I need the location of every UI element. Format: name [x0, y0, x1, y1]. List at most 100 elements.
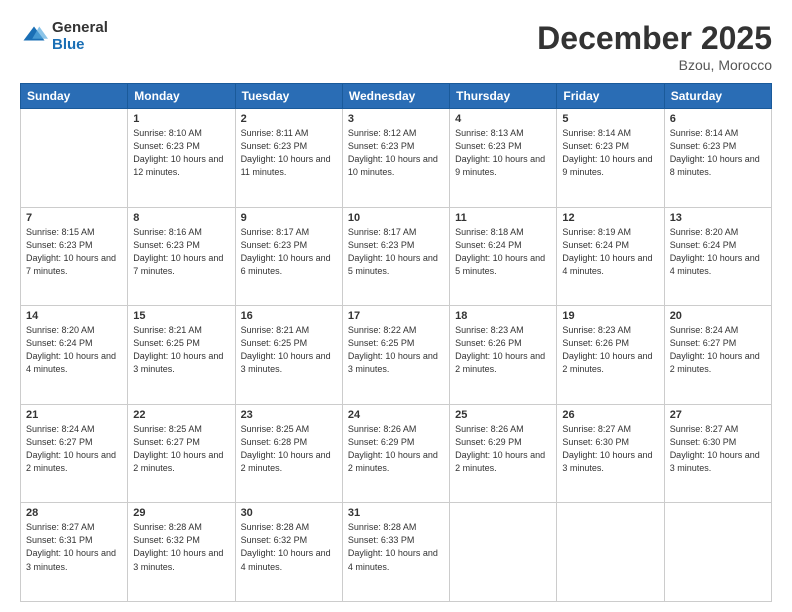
day-number: 13	[670, 212, 766, 224]
calendar-cell: 11 Sunrise: 8:18 AMSunset: 6:24 PMDayligh…	[450, 207, 557, 306]
day-number: 6	[670, 113, 766, 125]
col-header-thursday: Thursday	[450, 84, 557, 109]
calendar-cell: 19 Sunrise: 8:23 AMSunset: 6:26 PMDayligh…	[557, 306, 664, 405]
day-number: 10	[348, 212, 444, 224]
day-number: 7	[26, 212, 122, 224]
calendar-cell: 4 Sunrise: 8:13 AMSunset: 6:23 PMDaylight…	[450, 109, 557, 208]
calendar-cell: 25Sunrise: 8:26 AMSunset: 6:29 PMDayligh…	[450, 404, 557, 503]
day-number: 3	[348, 113, 444, 125]
day-info: Sunrise: 8:14 AMSunset: 6:23 PMDaylight:…	[670, 127, 766, 179]
day-info: Sunrise: 8:20 AMSunset: 6:24 PMDaylight:…	[670, 226, 766, 278]
calendar-cell: 10Sunrise: 8:17 AMSunset: 6:23 PMDayligh…	[342, 207, 449, 306]
day-info: Sunrise: 8:23 AMSunset: 6:26 PMDaylight:…	[455, 324, 551, 376]
day-info: Sunrise: 8:15 AMSunset: 6:23 PMDaylight:…	[26, 226, 122, 278]
calendar-cell: 16Sunrise: 8:21 AMSunset: 6:25 PMDayligh…	[235, 306, 342, 405]
day-info: Sunrise: 8:13 AMSunset: 6:23 PMDaylight:…	[455, 127, 551, 179]
day-number: 31	[348, 507, 444, 519]
logo: General Blue	[20, 20, 108, 53]
day-number: 18	[455, 310, 551, 322]
day-number: 24	[348, 409, 444, 421]
title-block: December 2025 Bzou, Morocco	[537, 20, 772, 73]
day-number: 5	[562, 113, 658, 125]
calendar-cell	[557, 503, 664, 602]
day-info: Sunrise: 8:20 AMSunset: 6:24 PMDaylight:…	[26, 324, 122, 376]
location: Bzou, Morocco	[537, 57, 772, 73]
day-info: Sunrise: 8:22 AMSunset: 6:25 PMDaylight:…	[348, 324, 444, 376]
day-info: Sunrise: 8:25 AMSunset: 6:27 PMDaylight:…	[133, 423, 229, 475]
day-number: 29	[133, 507, 229, 519]
day-info: Sunrise: 8:28 AMSunset: 6:32 PMDaylight:…	[133, 521, 229, 573]
calendar-table: SundayMondayTuesdayWednesdayThursdayFrid…	[20, 83, 772, 602]
day-number: 19	[562, 310, 658, 322]
day-number: 26	[562, 409, 658, 421]
logo-general-label: General	[52, 20, 108, 37]
day-info: Sunrise: 8:21 AMSunset: 6:25 PMDaylight:…	[241, 324, 337, 376]
col-header-tuesday: Tuesday	[235, 84, 342, 109]
day-number: 4	[455, 113, 551, 125]
calendar-cell	[664, 503, 771, 602]
calendar-cell: 17 Sunrise: 8:22 AMSunset: 6:25 PMDayligh…	[342, 306, 449, 405]
calendar-cell: 1Sunrise: 8:10 AMSunset: 6:23 PMDaylight…	[128, 109, 235, 208]
calendar-cell: 3Sunrise: 8:12 AMSunset: 6:23 PMDaylight…	[342, 109, 449, 208]
day-info: Sunrise: 8:23 AMSunset: 6:26 PMDaylight:…	[562, 324, 658, 376]
day-info: Sunrise: 8:25 AMSunset: 6:28 PMDaylight:…	[241, 423, 337, 475]
day-number: 14	[26, 310, 122, 322]
calendar-cell: 14 Sunrise: 8:20 AMSunset: 6:24 PMDayligh…	[21, 306, 128, 405]
calendar-cell	[21, 109, 128, 208]
logo-icon	[20, 23, 48, 51]
week-row-5: 28Sunrise: 8:27 AMSunset: 6:31 PMDayligh…	[21, 503, 772, 602]
day-info: Sunrise: 8:28 AMSunset: 6:33 PMDaylight:…	[348, 521, 444, 573]
col-header-sunday: Sunday	[21, 84, 128, 109]
day-number: 23	[241, 409, 337, 421]
calendar-cell: 5Sunrise: 8:14 AMSunset: 6:23 PMDaylight…	[557, 109, 664, 208]
day-info: Sunrise: 8:28 AMSunset: 6:32 PMDaylight:…	[241, 521, 337, 573]
day-number: 20	[670, 310, 766, 322]
day-info: Sunrise: 8:10 AMSunset: 6:23 PMDaylight:…	[133, 127, 229, 179]
day-number: 30	[241, 507, 337, 519]
calendar-cell	[450, 503, 557, 602]
calendar-cell: 31 Sunrise: 8:28 AMSunset: 6:33 PMDayligh…	[342, 503, 449, 602]
day-number: 27	[670, 409, 766, 421]
day-info: Sunrise: 8:27 AMSunset: 6:30 PMDaylight:…	[670, 423, 766, 475]
calendar-cell: 29 Sunrise: 8:28 AMSunset: 6:32 PMDayligh…	[128, 503, 235, 602]
col-header-monday: Monday	[128, 84, 235, 109]
calendar-cell: 28Sunrise: 8:27 AMSunset: 6:31 PMDayligh…	[21, 503, 128, 602]
day-number: 11	[455, 212, 551, 224]
calendar-header-row: SundayMondayTuesdayWednesdayThursdayFrid…	[21, 84, 772, 109]
week-row-3: 14 Sunrise: 8:20 AMSunset: 6:24 PMDayligh…	[21, 306, 772, 405]
day-number: 21	[26, 409, 122, 421]
calendar-cell: 27 Sunrise: 8:27 AMSunset: 6:30 PMDayligh…	[664, 404, 771, 503]
day-number: 9	[241, 212, 337, 224]
day-info: Sunrise: 8:19 AMSunset: 6:24 PMDaylight:…	[562, 226, 658, 278]
week-row-4: 21 Sunrise: 8:24 AMSunset: 6:27 PMDayligh…	[21, 404, 772, 503]
day-number: 12	[562, 212, 658, 224]
header: General Blue December 2025 Bzou, Morocco	[20, 20, 772, 73]
calendar-cell: 2 Sunrise: 8:11 AMSunset: 6:23 PMDaylight…	[235, 109, 342, 208]
day-number: 2	[241, 113, 337, 125]
calendar-cell: 21 Sunrise: 8:24 AMSunset: 6:27 PMDayligh…	[21, 404, 128, 503]
logo-text: General Blue	[52, 20, 108, 53]
calendar-cell: 13 Sunrise: 8:20 AMSunset: 6:24 PMDayligh…	[664, 207, 771, 306]
day-number: 25	[455, 409, 551, 421]
calendar-cell: 22Sunrise: 8:25 AMSunset: 6:27 PMDayligh…	[128, 404, 235, 503]
calendar-cell: 9 Sunrise: 8:17 AMSunset: 6:23 PMDaylight…	[235, 207, 342, 306]
calendar-cell: 7 Sunrise: 8:15 AMSunset: 6:23 PMDaylight…	[21, 207, 128, 306]
day-info: Sunrise: 8:18 AMSunset: 6:24 PMDaylight:…	[455, 226, 551, 278]
day-number: 15	[133, 310, 229, 322]
calendar-cell: 12 Sunrise: 8:19 AMSunset: 6:24 PMDayligh…	[557, 207, 664, 306]
day-info: Sunrise: 8:24 AMSunset: 6:27 PMDaylight:…	[26, 423, 122, 475]
calendar-cell: 23 Sunrise: 8:25 AMSunset: 6:28 PMDayligh…	[235, 404, 342, 503]
day-info: Sunrise: 8:27 AMSunset: 6:30 PMDaylight:…	[562, 423, 658, 475]
day-info: Sunrise: 8:24 AMSunset: 6:27 PMDaylight:…	[670, 324, 766, 376]
calendar-cell: 26 Sunrise: 8:27 AMSunset: 6:30 PMDayligh…	[557, 404, 664, 503]
month-title: December 2025	[537, 20, 772, 57]
calendar-cell: 24Sunrise: 8:26 AMSunset: 6:29 PMDayligh…	[342, 404, 449, 503]
day-info: Sunrise: 8:21 AMSunset: 6:25 PMDaylight:…	[133, 324, 229, 376]
calendar-cell: 18 Sunrise: 8:23 AMSunset: 6:26 PMDayligh…	[450, 306, 557, 405]
day-number: 17	[348, 310, 444, 322]
day-info: Sunrise: 8:11 AMSunset: 6:23 PMDaylight:…	[241, 127, 337, 179]
calendar-cell: 15 Sunrise: 8:21 AMSunset: 6:25 PMDayligh…	[128, 306, 235, 405]
calendar-cell: 30 Sunrise: 8:28 AMSunset: 6:32 PMDayligh…	[235, 503, 342, 602]
col-header-saturday: Saturday	[664, 84, 771, 109]
day-info: Sunrise: 8:17 AMSunset: 6:23 PMDaylight:…	[241, 226, 337, 278]
